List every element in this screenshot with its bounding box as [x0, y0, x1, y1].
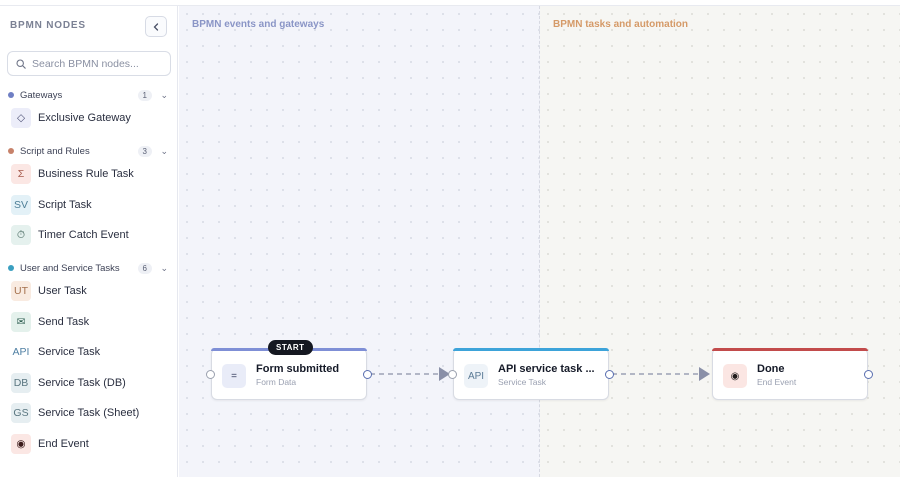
sigma-icon: Σ — [11, 164, 31, 184]
end-event-icon: ◉ — [723, 364, 747, 388]
node-accent-bar — [453, 348, 609, 351]
node-title: Form submitted — [256, 363, 340, 375]
palette-item-label: End Event — [38, 438, 89, 450]
swimlane-events-and-gateways[interactable]: BPMN events and gateways — [179, 6, 540, 477]
node-title: API service task ... — [498, 363, 595, 375]
api-icon: API — [11, 342, 31, 362]
palette-item-label: Service Task (Sheet) — [38, 407, 140, 419]
node-api-service-task[interactable]: API API service task ... Service Task — [448, 348, 614, 400]
start-badge: START — [268, 340, 313, 355]
node-title: Done — [757, 363, 785, 375]
search-icon — [16, 58, 26, 69]
node-palette-sidebar: BPMN NODES Gateways 1 ⌄ ◇ Exclusive Gate… — [0, 6, 178, 477]
swimlane-tasks-and-automation[interactable]: BPMN tasks and automation — [540, 6, 900, 477]
palette-item-label: Business Rule Task — [38, 168, 134, 180]
group-count-badge: 6 — [137, 262, 152, 274]
node-accent-bar — [712, 348, 868, 351]
group-dot — [8, 148, 14, 154]
group-gateways[interactable]: Gateways 1 ⌄ — [0, 87, 178, 103]
chevron-down-icon: ⌄ — [160, 145, 168, 156]
sheet-icon: GS — [11, 403, 31, 423]
timer-icon: ⏱ — [11, 225, 31, 245]
chevron-down-icon: ⌄ — [160, 262, 168, 273]
node-subtitle: Form Data — [256, 377, 297, 387]
palette-item-label: Service Task — [38, 346, 101, 358]
user-task-icon: UT — [11, 281, 31, 301]
end-event-icon: ◉ — [11, 434, 31, 454]
palette-item-timer-catch-event[interactable]: ⏱ Timer Catch Event — [0, 222, 178, 248]
output-handle[interactable] — [605, 370, 614, 379]
group-label: Gateways — [20, 89, 63, 101]
palette-item-end-event[interactable]: ◉ End Event — [0, 431, 178, 457]
palette-item-send-task[interactable]: ✉ Send Task — [0, 309, 178, 335]
api-icon: API — [464, 364, 488, 388]
palette-item-service-task-sheet[interactable]: GS Service Task (Sheet) — [0, 400, 178, 426]
group-label: Script and Rules — [20, 145, 90, 157]
palette-item-script-task[interactable]: SV Script Task — [0, 192, 178, 218]
palette-item-label: Service Task (DB) — [38, 377, 126, 389]
chevron-left-icon — [153, 22, 159, 31]
collapse-sidebar-button[interactable] — [145, 16, 167, 37]
flow-canvas[interactable]: BPMN events and gateways BPMN tasks and … — [179, 6, 900, 477]
palette-item-service-task-db[interactable]: DB Service Task (DB) — [0, 370, 178, 396]
form-icon: = — [222, 364, 246, 388]
palette-item-label: Timer Catch Event — [38, 229, 129, 241]
chevron-down-icon: ⌄ — [160, 89, 168, 100]
envelope-icon: ✉ — [11, 312, 31, 332]
input-handle[interactable] — [448, 370, 457, 379]
palette-item-label: Send Task — [38, 316, 90, 328]
group-dot — [8, 265, 14, 271]
diamond-icon: ◇ — [11, 108, 31, 128]
group-user-and-service-tasks[interactable]: User and Service Tasks 6 ⌄ — [0, 260, 178, 276]
group-count-badge: 3 — [137, 145, 152, 157]
palette-item-business-rule-task[interactable]: Σ Business Rule Task — [0, 161, 178, 187]
group-label: User and Service Tasks — [20, 262, 120, 274]
group-dot — [8, 92, 14, 98]
palette-item-label: User Task — [38, 285, 87, 297]
palette-item-user-task[interactable]: UT User Task — [0, 278, 178, 304]
palette-item-label: Script Task — [38, 199, 92, 211]
node-done[interactable]: ◉ Done End Event — [712, 348, 873, 400]
palette-item-label: Exclusive Gateway — [38, 112, 131, 124]
lane-title: BPMN tasks and automation — [553, 19, 689, 30]
search-box — [7, 51, 171, 76]
palette-item-service-task[interactable]: API Service Task — [0, 339, 178, 365]
node-form-submitted[interactable]: START = Form submitted Form Data — [206, 340, 372, 400]
node-subtitle: End Event — [757, 377, 797, 387]
lane-title: BPMN events and gateways — [192, 19, 325, 30]
palette-item-exclusive-gateway[interactable]: ◇ Exclusive Gateway — [0, 105, 178, 131]
search-input[interactable] — [32, 57, 162, 70]
sidebar-title: BPMN NODES — [10, 20, 86, 31]
output-handle[interactable] — [864, 370, 873, 379]
script-icon: SV — [11, 195, 31, 215]
node-subtitle: Service Task — [498, 377, 547, 387]
group-script-and-rules[interactable]: Script and Rules 3 ⌄ — [0, 143, 178, 159]
output-handle[interactable] — [363, 370, 372, 379]
input-handle[interactable] — [206, 370, 215, 379]
group-count-badge: 1 — [137, 89, 152, 101]
database-icon: DB — [11, 373, 31, 393]
